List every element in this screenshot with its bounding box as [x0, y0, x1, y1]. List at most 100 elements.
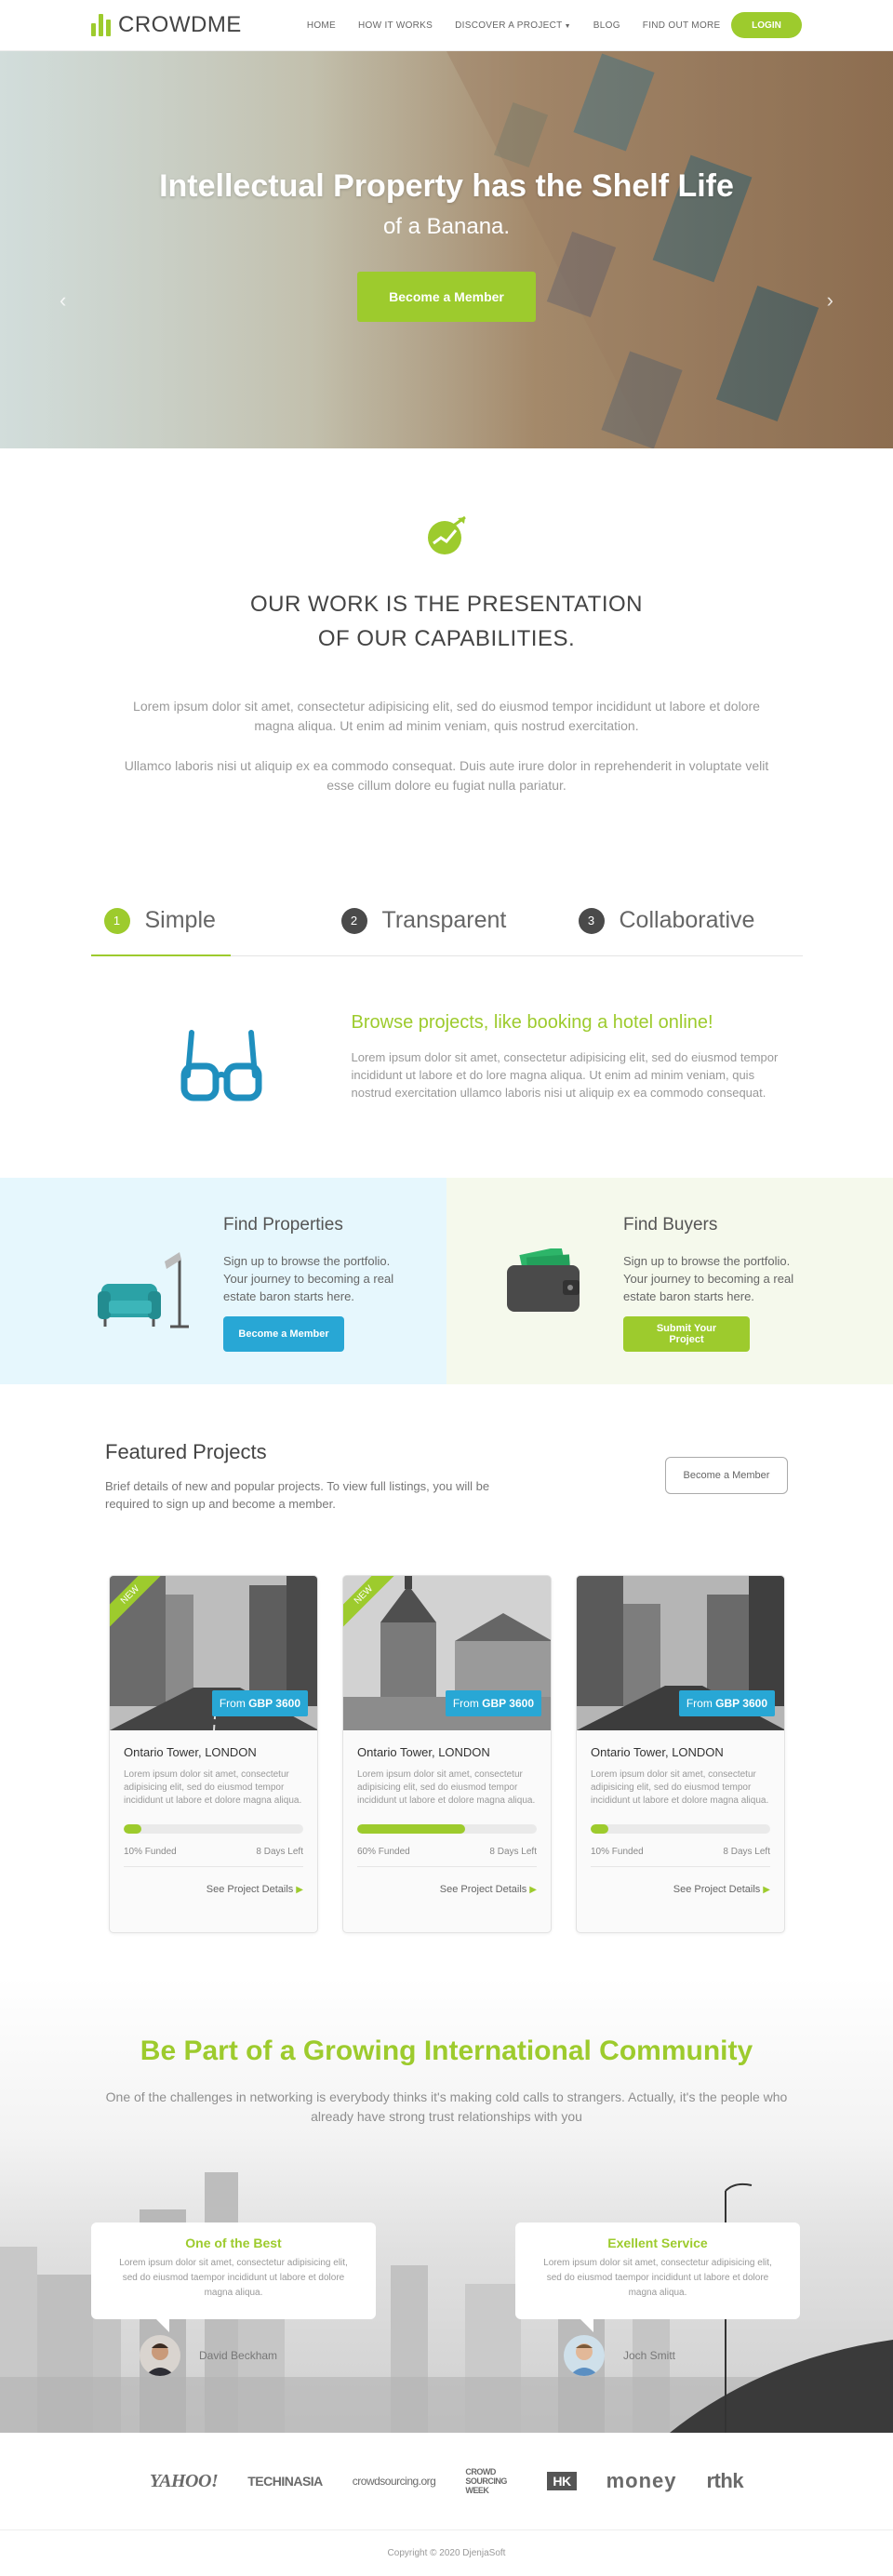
login-button[interactable]: LOGIN	[731, 12, 802, 38]
nav-link-discover-label: DISCOVER A PROJECT	[455, 20, 563, 31]
find-properties-illustration	[84, 1248, 205, 1332]
copyright-text: Copyright © 2020 DjenjaSoft	[387, 2548, 506, 2558]
price-tag: From GBP 3600	[211, 1690, 308, 1716]
days-left-label: 8 Days Left	[256, 1847, 303, 1857]
funding-progress-fill	[357, 1824, 465, 1834]
funding-progress-fill	[591, 1824, 609, 1834]
funding-progress-fill	[124, 1824, 142, 1834]
funding-progress-bar	[124, 1824, 303, 1834]
funded-label: 10% Funded	[591, 1847, 644, 1857]
find-buyers-title: Find Buyers	[623, 1215, 718, 1235]
caret-down-icon: ▼	[564, 22, 571, 30]
nav-link-find-out-more[interactable]: FIND OUT MORE	[643, 20, 721, 31]
tab-number: 3	[578, 907, 605, 934]
see-project-details-label: See Project Details	[206, 1884, 294, 1895]
featured-description: Brief details of new and popular project…	[105, 1479, 490, 1511]
capabilities-paragraph-1: Lorem ipsum dolor sit amet, consectetur …	[133, 699, 760, 733]
community-subtitle: One of the challenges in networking is e…	[105, 2089, 788, 2124]
see-project-details-label: See Project Details	[439, 1884, 527, 1895]
nav-link-discover[interactable]: DISCOVER A PROJECT ▼	[455, 20, 571, 31]
nav-link-how-it-works[interactable]: HOW IT WORKS	[358, 20, 433, 31]
features-tabs: 1 Simple 2 Transparent 3 Collaborative	[90, 886, 803, 956]
funding-progress-bar	[357, 1824, 537, 1834]
top-navbar: CROWDME HOME HOW IT WORKS DISCOVER A PRO…	[0, 0, 893, 51]
footer: Copyright © 2020 DjenjaSoft	[0, 2530, 893, 2576]
partner-logo-yahoo: YAHOO!	[149, 2470, 219, 2491]
testimonial-author: Joch Smitt	[564, 2335, 675, 2376]
hero-title: Intellectual Property has the Shelf Life	[159, 168, 734, 204]
partner-logo-rthk: rthk	[706, 2469, 744, 2492]
find-properties-button[interactable]: Become a Member	[223, 1316, 344, 1352]
submit-project-button[interactable]: Submit Your Project	[623, 1316, 750, 1352]
panel-text: Lorem ipsum dolor sit amet, consectetur …	[351, 1050, 779, 1100]
capabilities-paragraph-2: Ullamco laboris nisi ut aliquip ex ea co…	[124, 758, 769, 793]
days-left-label: 8 Days Left	[489, 1847, 537, 1857]
project-cards: NEW From GBP 3600 Ontario Tower, LONDON …	[105, 1575, 788, 1933]
price-value: GBP 3600	[248, 1697, 300, 1710]
find-buyers-copy: Find Buyers Sign up to browse the portfo…	[623, 1211, 809, 1352]
tab-number: 1	[103, 907, 130, 934]
testimonial-title: Exellent Service	[607, 2236, 708, 2250]
project-text: Lorem ipsum dolor sit amet, consectetur …	[591, 1769, 769, 1806]
author-name: Joch Smitt	[623, 2349, 676, 2362]
price-prefix: From	[686, 1697, 713, 1710]
featured-projects-section: Featured Projects Brief details of new a…	[0, 1384, 893, 1978]
capabilities-section: OUR WORK IS THE PRESENTATION OF OUR CAPA…	[0, 448, 893, 886]
author-name: David Beckham	[199, 2349, 278, 2362]
panel-illustration	[91, 1012, 352, 1178]
tab-collaborative[interactable]: 3 Collaborative	[566, 886, 803, 955]
project-card-body: Ontario Tower, LONDON Lorem ipsum dolor …	[577, 1730, 784, 1895]
project-card[interactable]: From GBP 3600 Ontario Tower, LONDON Lore…	[576, 1575, 785, 1933]
brand-logo[interactable]: CROWDME	[91, 12, 242, 38]
see-project-details-link[interactable]: See Project Details ▶	[124, 1884, 303, 1895]
see-project-details-link[interactable]: See Project Details ▶	[591, 1884, 770, 1895]
find-section: Find Properties Sign up to browse the po…	[0, 1178, 893, 1384]
days-left-label: 8 Days Left	[723, 1847, 770, 1857]
tab-transparent[interactable]: 2 Transparent	[328, 886, 566, 955]
testimonial-title: One of the Best	[185, 2236, 282, 2250]
brand-name: CROWDME	[118, 12, 242, 37]
project-image: From GBP 3600	[577, 1576, 784, 1730]
partner-logo-crowdsourcing-week: CROWD SOURCING WEEK	[465, 2467, 507, 2495]
tab-label: Collaborative	[619, 907, 755, 933]
panel-title: Browse projects, like booking a hotel on…	[351, 1012, 713, 1033]
testimonial-text: Lorem ipsum dolor sit amet, consectetur …	[119, 2258, 348, 2298]
panel-copy: Browse projects, like booking a hotel on…	[352, 1012, 798, 1178]
find-properties-text: Sign up to browse the portfolio. Your jo…	[223, 1254, 394, 1303]
nav-link-home[interactable]: HOME	[307, 20, 336, 31]
avatar	[140, 2335, 180, 2376]
find-properties-block: Find Properties Sign up to browse the po…	[0, 1178, 446, 1384]
see-project-details-link[interactable]: See Project Details ▶	[357, 1884, 537, 1895]
tab-number: 2	[340, 907, 367, 934]
project-title: Ontario Tower, LONDON	[124, 1745, 257, 1759]
partner-logo-techinasia: TECHINASIA	[247, 2474, 323, 2489]
project-title: Ontario Tower, LONDON	[357, 1745, 490, 1759]
partner-logo-money: money	[606, 2469, 677, 2492]
tab-simple[interactable]: 1 Simple	[90, 886, 328, 956]
testimonial-card: One of the Best Lorem ipsum dolor sit am…	[91, 2222, 376, 2332]
project-card[interactable]: NEW From GBP 3600 Ontario Tower, LONDON …	[342, 1575, 552, 1933]
community-title: Be Part of a Growing International Commu…	[140, 2035, 753, 2066]
project-text: Lorem ipsum dolor sit amet, consectetur …	[357, 1769, 536, 1806]
person-avatar-image	[564, 2335, 605, 2376]
project-card[interactable]: NEW From GBP 3600 Ontario Tower, LONDON …	[109, 1575, 318, 1933]
partner-logos: YAHOO! TECHINASIA crowdsourcing.org CROW…	[0, 2433, 893, 2530]
price-value: GBP 3600	[482, 1697, 534, 1710]
price-prefix: From	[219, 1697, 246, 1710]
chart-growth-icon	[428, 515, 466, 554]
featured-header-copy: Featured Projects Brief details of new a…	[105, 1440, 533, 1513]
featured-become-member-button[interactable]: Become a Member	[665, 1457, 788, 1494]
hero-become-member-button[interactable]: Become a Member	[357, 272, 536, 322]
find-buyers-text: Sign up to browse the portfolio. Your jo…	[623, 1254, 794, 1303]
project-title: Ontario Tower, LONDON	[591, 1745, 724, 1759]
testimonial-author: David Beckham	[140, 2335, 277, 2376]
hero-subtitle: of a Banana.	[382, 214, 511, 239]
play-arrow-icon: ▶	[763, 1885, 770, 1895]
project-image: NEW From GBP 3600	[110, 1576, 317, 1730]
featured-header: Featured Projects Brief details of new a…	[105, 1440, 788, 1513]
armchair-lamp-icon	[98, 1252, 189, 1328]
play-arrow-icon: ▶	[296, 1885, 303, 1895]
person-avatar-image	[140, 2335, 180, 2376]
project-meta: 60% Funded 8 Days Left	[357, 1847, 537, 1867]
nav-link-blog[interactable]: BLOG	[593, 20, 620, 31]
